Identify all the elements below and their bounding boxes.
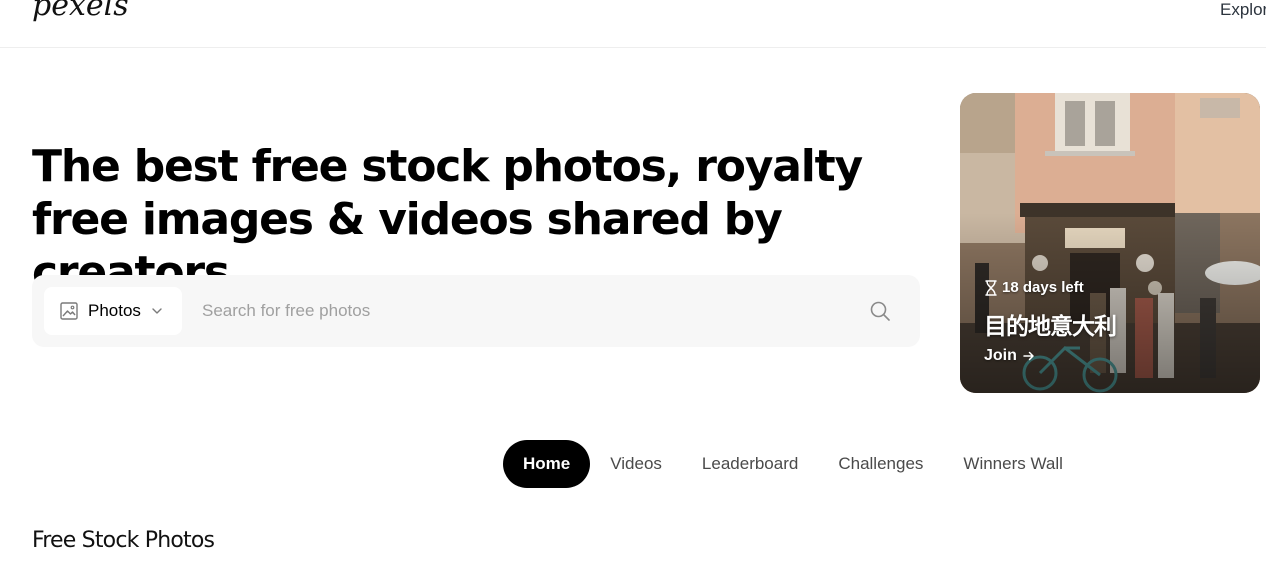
top-navigation-bar: pexels Explore <box>0 0 1266 48</box>
hourglass-icon <box>985 279 997 296</box>
challenge-card[interactable]: 18 days left 目的地意大利 Join <box>960 93 1260 393</box>
arrow-right-icon <box>1023 351 1034 361</box>
media-type-label: Photos <box>88 301 141 320</box>
media-type-dropdown[interactable]: Photos <box>44 287 182 335</box>
tab-challenges[interactable]: Challenges <box>818 440 943 488</box>
join-challenge-button[interactable]: Join <box>984 347 1035 365</box>
search-input[interactable] <box>192 287 852 335</box>
tab-home[interactable]: Home <box>503 440 591 488</box>
days-left-text: 18 days left <box>1002 279 1084 296</box>
section-title: Free Stock Photos <box>32 528 215 553</box>
tab-videos[interactable]: Videos <box>590 440 682 488</box>
search-bar: Photos <box>32 275 920 347</box>
join-label: Join <box>984 347 1017 364</box>
main-tabs: Home Videos Leaderboard Challenges Winne… <box>503 440 1083 488</box>
nav-explore-link[interactable]: Explore <box>1220 0 1266 20</box>
tab-winners-wall[interactable]: Winners Wall <box>943 440 1083 488</box>
challenge-days-left: 18 days left <box>984 279 1084 296</box>
challenge-title: 目的地意大利 <box>984 314 1117 340</box>
pexels-logo[interactable]: pexels <box>32 0 129 23</box>
image-icon <box>60 302 78 320</box>
search-icon[interactable] <box>868 299 892 323</box>
chevron-down-icon <box>152 308 162 314</box>
tab-leaderboard[interactable]: Leaderboard <box>682 440 818 488</box>
